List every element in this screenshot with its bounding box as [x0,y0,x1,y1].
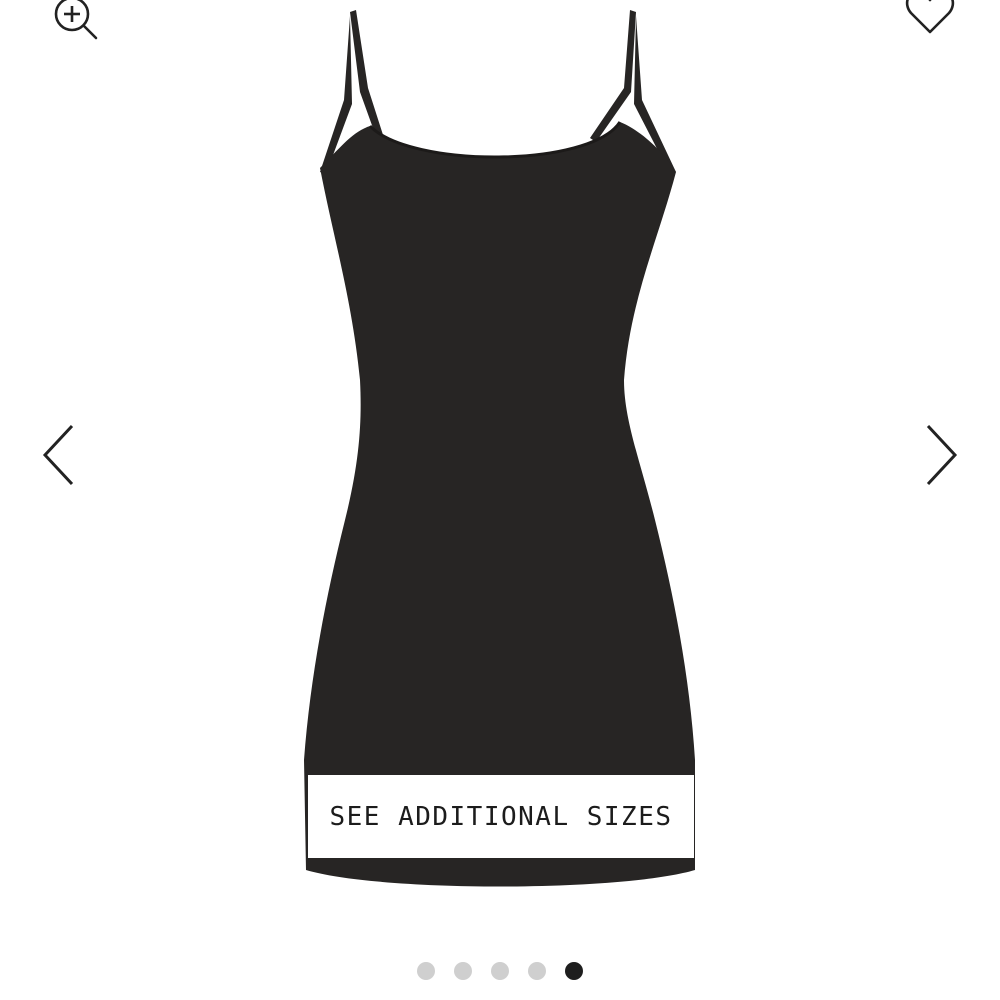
pagination-dot-2[interactable] [454,962,472,980]
chevron-right-icon [926,424,958,486]
sizes-label: SEE ADDITIONAL SIZES [329,801,673,832]
pagination-dot-4[interactable] [528,962,546,980]
see-additional-sizes-button[interactable]: SEE ADDITIONAL SIZES [308,775,694,858]
next-image-button[interactable] [914,420,964,490]
pagination-dot-3[interactable] [491,962,509,980]
pagination-dot-5[interactable] [565,962,583,980]
product-gallery: SEE ADDITIONAL SIZES [0,0,1000,1000]
previous-image-button[interactable] [36,420,86,490]
wishlist-button[interactable] [902,0,958,38]
chevron-left-icon [42,424,74,486]
black-dress-image [304,10,695,887]
zoom-in-icon [54,0,98,40]
product-image[interactable] [290,0,710,900]
carousel-pagination [0,962,1000,982]
heart-outline-icon [905,0,955,34]
pagination-dot-1[interactable] [417,962,435,980]
zoom-button[interactable] [46,0,102,44]
